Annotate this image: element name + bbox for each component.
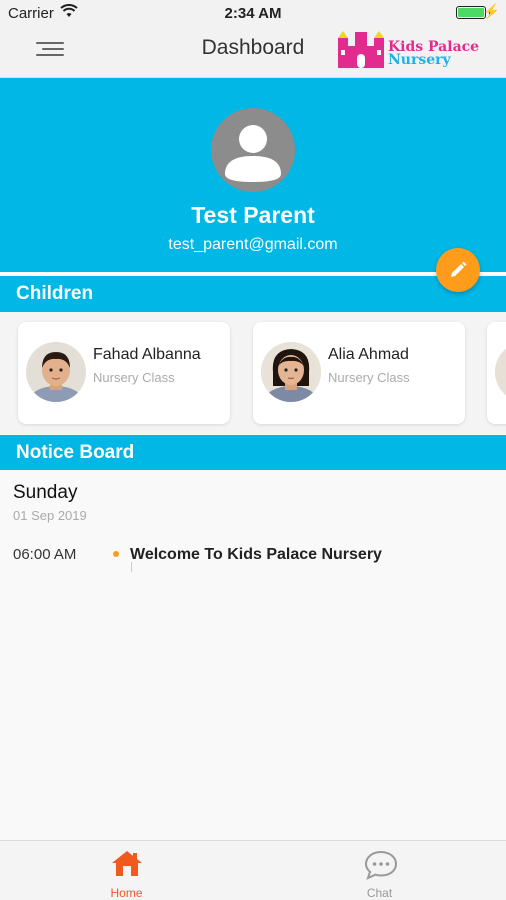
tab-bar: Home Chat [0, 840, 506, 900]
timeline-dot [113, 551, 119, 557]
notice-day: Sunday [13, 482, 78, 503]
child-card[interactable]: Fahad Albanna Nursery Class [18, 322, 230, 424]
children-list[interactable]: Fahad Albanna Nursery Class Alia Ahmad N… [0, 312, 506, 434]
profile-header: Test Parent test_parent@gmail.com [0, 78, 506, 274]
child-class: Nursery Class [328, 370, 410, 385]
castle-icon [338, 31, 384, 68]
edit-profile-button[interactable] [436, 248, 480, 292]
tab-home[interactable]: Home [0, 841, 253, 900]
tab-home-label: Home [110, 886, 143, 900]
child-card-partial[interactable] [487, 322, 506, 424]
notice-board-heading: Notice Board [0, 435, 506, 471]
profile-name: Test Parent [191, 202, 315, 228]
tab-chat[interactable]: Chat [253, 841, 506, 900]
divider [0, 272, 506, 274]
user-icon [225, 125, 281, 182]
parent-avatar[interactable] [211, 108, 295, 192]
child-name: Fahad Albanna [93, 346, 201, 363]
chat-icon [364, 850, 398, 880]
child-avatar [495, 342, 506, 402]
notice-date: 01 Sep 2019 [13, 508, 87, 523]
children-heading: Children [0, 276, 506, 312]
notice-item[interactable]: Welcome To Kids Palace Nursery [130, 546, 382, 564]
home-icon [112, 851, 142, 876]
pencil-icon [451, 261, 467, 277]
charging-icon: ⚡ [482, 3, 500, 19]
kids-palace-logo: Kids Palace Nursery [336, 30, 494, 72]
child-class: Nursery Class [93, 370, 175, 385]
notice-board: Sunday 01 Sep 2019 06:00 AM Welcome To K… [0, 470, 506, 840]
notice-time: 06:00 AM [13, 546, 77, 563]
child-card[interactable]: Alia Ahmad Nursery Class [253, 322, 465, 424]
child-avatar [261, 342, 321, 402]
status-time: 2:34 AM [224, 5, 282, 22]
child-name: Alia Ahmad [328, 346, 409, 363]
child-avatar [26, 342, 86, 402]
nav-bar: Dashboard Kids Palace Nursery [0, 26, 506, 78]
tab-chat-label: Chat [366, 886, 393, 900]
battery-icon [456, 6, 486, 19]
profile-email: test_parent@gmail.com [168, 236, 338, 253]
status-bar: Carrier 2:34 AM ⚡ [0, 0, 506, 26]
